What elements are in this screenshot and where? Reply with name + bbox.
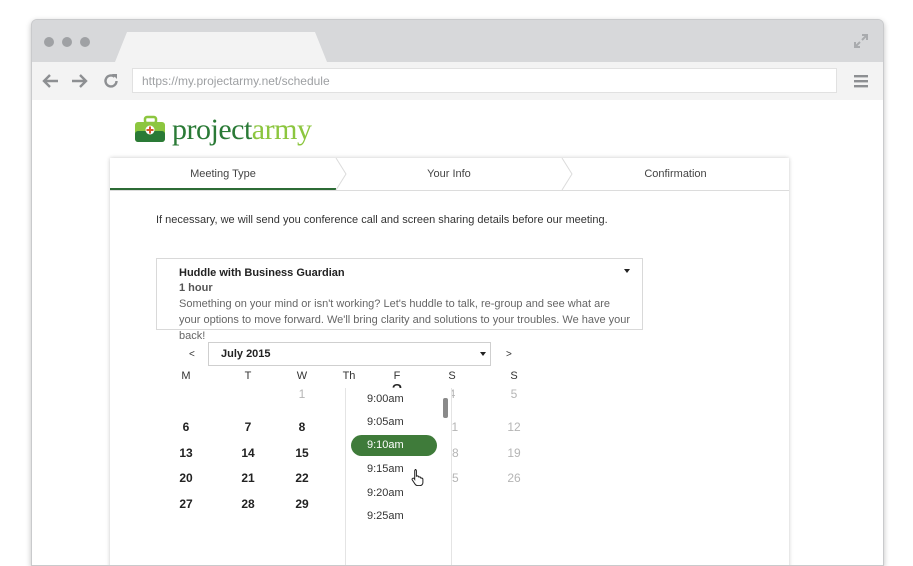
month-label: July 2015 xyxy=(221,348,271,360)
calendar-day[interactable]: 7 xyxy=(233,420,263,434)
time-slot[interactable]: 9:20am xyxy=(367,487,404,499)
calendar-day[interactable]: 19 xyxy=(499,446,529,460)
step-confirmation[interactable]: Confirmation xyxy=(562,158,789,190)
weekday-header: T xyxy=(244,370,252,382)
calendar-day[interactable]: 21 xyxy=(233,471,263,485)
weekday-header: W xyxy=(296,370,308,382)
meeting-type-select[interactable]: Huddle with Business Guardian 1 hour Som… xyxy=(156,258,643,342)
calendar-day[interactable]: 27 xyxy=(171,497,201,511)
step-meeting-type[interactable]: Meeting Type xyxy=(110,158,336,190)
month-select[interactable]: July 2015 xyxy=(208,342,491,366)
reload-icon[interactable] xyxy=(100,70,122,92)
browser-tab[interactable] xyxy=(115,32,327,62)
conference-note: If necessary, we will send you conferenc… xyxy=(156,214,608,226)
dropdown-caret-icon xyxy=(480,352,486,356)
weekday-header: Th xyxy=(342,370,356,382)
next-month-button[interactable]: > xyxy=(506,349,512,360)
title-bar xyxy=(32,20,883,62)
time-slot[interactable]: 9:00am xyxy=(367,393,404,405)
briefcase-logo-icon xyxy=(135,115,165,142)
calendar-day[interactable]: 20 xyxy=(171,471,201,485)
prev-month-button[interactable]: < xyxy=(189,349,195,360)
meeting-title: Huddle with Business Guardian xyxy=(179,267,345,279)
scrollbar-thumb[interactable] xyxy=(443,398,448,418)
back-icon[interactable] xyxy=(39,70,61,92)
calendar-day[interactable]: 22 xyxy=(287,471,317,485)
calendar-day[interactable]: 14 xyxy=(233,446,263,460)
time-slot[interactable]: 9:05am xyxy=(367,416,404,428)
browser-window: https://my.projectarmy.net/schedule proj… xyxy=(31,19,884,566)
weekday-header: S xyxy=(448,370,456,382)
meeting-description: Something on your mind or isn't working?… xyxy=(179,298,631,342)
forward-icon[interactable] xyxy=(69,70,91,92)
meeting-duration: 1 hour xyxy=(179,282,213,294)
weekday-header: S xyxy=(510,370,518,382)
calendar-day[interactable]: 29 xyxy=(287,497,317,511)
scheduler-card: Meeting Type Your Info Confirmation If n… xyxy=(110,158,789,565)
page-viewport: projectarmy Meeting Type Your Info Confi… xyxy=(32,100,883,565)
calendar-day[interactable]: 1 xyxy=(287,387,317,401)
logo-wordmark: projectarmy xyxy=(172,113,312,146)
address-bar[interactable]: https://my.projectarmy.net/schedule xyxy=(132,68,837,93)
calendar-day[interactable]: 8 xyxy=(287,420,317,434)
calendar-day[interactable]: 28 xyxy=(233,497,263,511)
projectarmy-logo[interactable]: projectarmy xyxy=(134,112,312,148)
calendar-day[interactable]: 12 xyxy=(499,420,529,434)
time-slot-selected[interactable]: 9:10am xyxy=(351,434,437,456)
step-progress: Meeting Type Your Info Confirmation xyxy=(110,158,789,191)
calendar-day[interactable]: 15 xyxy=(287,446,317,460)
hand-cursor-icon xyxy=(411,469,424,486)
calendar-day[interactable]: 26 xyxy=(499,471,529,485)
time-slot[interactable]: 9:15am xyxy=(367,463,404,475)
calendar-day[interactable]: 5 xyxy=(499,387,529,401)
step-your-info[interactable]: Your Info xyxy=(336,158,562,190)
expand-icon[interactable] xyxy=(853,33,869,49)
navigation-bar: https://my.projectarmy.net/schedule xyxy=(32,62,883,100)
dropdown-caret-icon[interactable] xyxy=(624,269,630,273)
window-dot-icon[interactable] xyxy=(80,37,90,47)
time-slot[interactable]: 9:25am xyxy=(367,510,404,522)
window-dot-icon[interactable] xyxy=(62,37,72,47)
calendar-day[interactable]: 6 xyxy=(171,420,201,434)
window-dot-icon[interactable] xyxy=(44,37,54,47)
menu-icon[interactable] xyxy=(853,73,869,89)
weekday-header: M xyxy=(181,370,191,382)
time-slot-list[interactable]: 9:00am 9:05am 9:10am 9:15am 9:20am 9:25am xyxy=(345,388,452,565)
calendar-day[interactable]: 13 xyxy=(171,446,201,460)
